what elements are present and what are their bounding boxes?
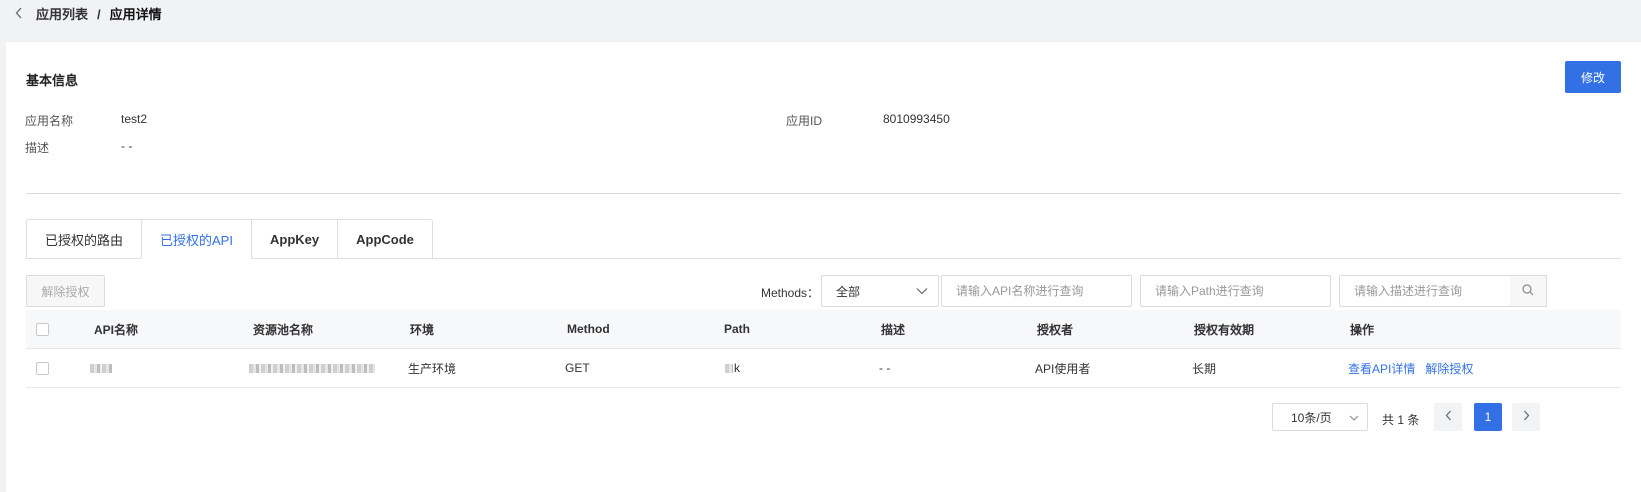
table-row: 生产环境 GET k - - API使用者 长期 查看API详情 解除授权 bbox=[26, 349, 1621, 388]
next-page-button[interactable] bbox=[1512, 403, 1540, 431]
detail-card: 基本信息 修改 应用名称 test2 应用ID 8010993450 描述 - … bbox=[6, 42, 1641, 492]
methods-selected-value: 全部 bbox=[836, 284, 861, 299]
select-all-checkbox[interactable] bbox=[36, 322, 49, 336]
column-header: 环境 bbox=[410, 322, 435, 337]
validity-cell: 长期 bbox=[1192, 361, 1217, 376]
column-header: 资源池名称 bbox=[253, 322, 314, 337]
breadcrumb: 应用列表 / 应用详情 bbox=[36, 4, 162, 23]
app-id-label: 应用ID bbox=[786, 114, 823, 128]
view-api-detail-link[interactable]: 查看API详情 bbox=[1348, 360, 1415, 377]
column-header: API名称 bbox=[94, 322, 139, 337]
desc-value: - - bbox=[121, 139, 133, 153]
page-size-value: 10条/页 bbox=[1291, 410, 1332, 425]
revoke-button[interactable]: 解除授权 bbox=[26, 275, 105, 307]
search-button[interactable] bbox=[1510, 275, 1547, 307]
desc-cell: - - bbox=[879, 361, 891, 375]
column-header: 操作 bbox=[1350, 322, 1375, 337]
redacted-text bbox=[249, 363, 375, 373]
tab-appkey[interactable]: AppKey bbox=[250, 219, 338, 259]
api-name-cell bbox=[90, 349, 112, 387]
tab-authorized-routes[interactable]: 已授权的路由 bbox=[26, 219, 142, 259]
tab-authorized-api[interactable]: 已授权的API bbox=[141, 219, 251, 259]
prev-page-button[interactable] bbox=[1434, 403, 1462, 431]
tab-appcode[interactable]: AppCode bbox=[337, 219, 433, 259]
revoke-link[interactable]: 解除授权 bbox=[1425, 360, 1473, 377]
methods-label: Methods： bbox=[761, 286, 820, 300]
column-header: Method bbox=[567, 322, 610, 336]
header-checkbox-cell bbox=[36, 310, 49, 348]
methods-select[interactable]: 全部 bbox=[821, 275, 939, 307]
chevron-right-icon bbox=[1523, 410, 1530, 424]
row-checkbox-cell bbox=[36, 349, 49, 387]
breadcrumb-separator: / bbox=[97, 7, 101, 22]
page-number-current[interactable]: 1 bbox=[1474, 403, 1502, 431]
column-header: Path bbox=[724, 322, 751, 336]
method-cell: GET bbox=[565, 361, 590, 375]
path-cell: k bbox=[725, 349, 740, 387]
breadcrumb-bar: 应用列表 / 应用详情 bbox=[0, 0, 1641, 40]
redacted-text bbox=[90, 363, 112, 373]
chevron-left-icon bbox=[1445, 410, 1452, 424]
column-header: 描述 bbox=[881, 322, 906, 337]
page-size-select[interactable]: 10条/页 bbox=[1272, 403, 1368, 431]
desc-search-input[interactable] bbox=[1339, 275, 1511, 307]
chevron-down-icon bbox=[916, 284, 928, 298]
column-header: 授权者 bbox=[1037, 322, 1074, 337]
breadcrumb-current: 应用详情 bbox=[109, 7, 162, 22]
api-table: API名称 资源池名称 环境 Method Path 描述 授权者 授权有效期 … bbox=[26, 310, 1621, 388]
search-icon bbox=[1522, 283, 1534, 299]
row-checkbox[interactable] bbox=[36, 361, 49, 375]
tab-bar: 已授权的路由 已授权的API AppKey AppCode bbox=[26, 219, 433, 259]
redacted-text bbox=[725, 363, 733, 373]
grantor-cell: API使用者 bbox=[1035, 361, 1091, 376]
path-search-input[interactable] bbox=[1140, 275, 1331, 307]
actions-cell: 查看API详情 解除授权 bbox=[1348, 349, 1483, 387]
env-cell: 生产环境 bbox=[408, 361, 457, 376]
chevron-down-icon bbox=[1349, 410, 1359, 424]
edit-button[interactable]: 修改 bbox=[1565, 61, 1621, 93]
section-divider bbox=[26, 193, 1621, 194]
api-name-search-input[interactable] bbox=[941, 275, 1132, 307]
desc-label: 描述 bbox=[25, 141, 50, 155]
breadcrumb-app-list[interactable]: 应用列表 bbox=[36, 7, 88, 22]
table-header: API名称 资源池名称 环境 Method Path 描述 授权者 授权有效期 … bbox=[26, 310, 1621, 349]
section-title: 基本信息 bbox=[26, 73, 79, 88]
total-count: 共 1 条 bbox=[1382, 413, 1420, 427]
pool-name-cell bbox=[249, 349, 375, 387]
app-id-value: 8010993450 bbox=[883, 112, 950, 126]
path-suffix: k bbox=[734, 361, 740, 375]
chevron-left-icon[interactable] bbox=[12, 6, 26, 20]
column-header: 授权有效期 bbox=[1194, 322, 1255, 337]
app-name-label: 应用名称 bbox=[25, 114, 74, 128]
app-name-value: test2 bbox=[121, 112, 148, 126]
